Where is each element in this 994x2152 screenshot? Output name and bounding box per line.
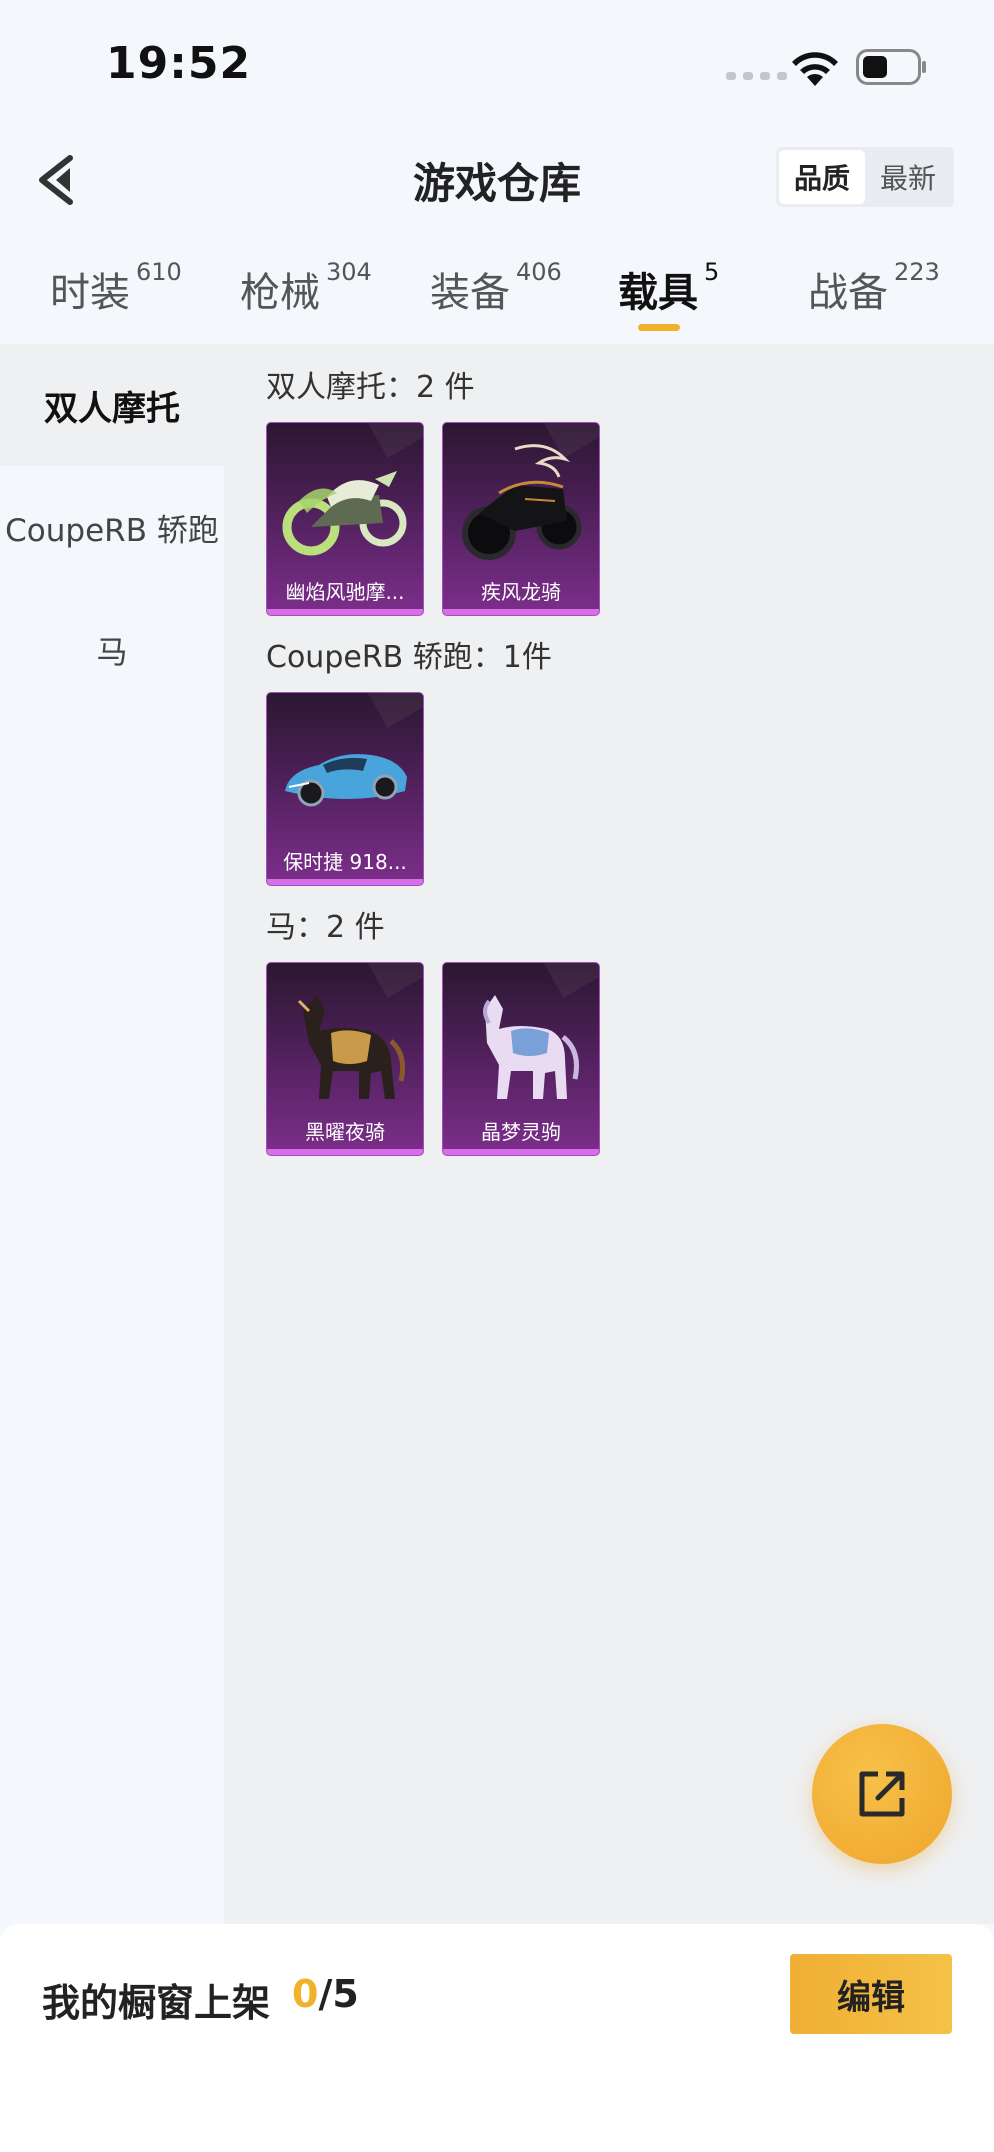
item-card[interactable]: 黑曜夜骑 (266, 962, 424, 1156)
rarity-bar (267, 609, 423, 615)
item-card[interactable]: 疾风龙骑 (442, 422, 600, 616)
green-flame-motorcycle-icon (282, 471, 407, 556)
tab-count: 304 (326, 258, 372, 286)
blue-sports-car-icon (285, 754, 407, 807)
tab-fashion[interactable]: 时装 610 (50, 258, 182, 318)
page-header: 游戏仓库 品质 最新 (0, 130, 994, 226)
tab-label: 载具 (618, 270, 698, 316)
item-card[interactable]: 保时捷 918... (266, 692, 424, 886)
showcase-current: 0 (292, 1972, 319, 2016)
crystal-white-horse-icon (483, 995, 579, 1099)
wifi-icon (792, 52, 838, 86)
tab-count: 223 (894, 258, 940, 286)
tab-label: 战备 (808, 270, 888, 316)
tab-label: 枪械 (240, 270, 320, 316)
sidebar-item-two-seat-motorcycle[interactable]: 双人摩托 (0, 344, 224, 466)
subcategory-sidebar: 双人摩托 CoupeRB 轿跑 马 (0, 344, 224, 1924)
item-name: 保时捷 918... (283, 850, 407, 874)
item-card[interactable]: 晶梦灵驹 (442, 962, 600, 1156)
tab-count: 5 (704, 258, 720, 286)
section-title: CoupeRB 轿跑：1件 (266, 640, 552, 675)
item-name: 黑曜夜骑 (305, 1120, 385, 1144)
showcase-separator: / (318, 1972, 333, 2016)
rarity-bar (443, 1149, 599, 1155)
battery-icon (856, 49, 926, 85)
showcase-footer: 我的橱窗上架 0/5 编辑 (0, 1924, 994, 2152)
rarity-bar (267, 1149, 423, 1155)
rarity-bar (267, 879, 423, 885)
sort-option-newest[interactable]: 最新 (865, 150, 951, 204)
item-name: 幽焰风驰摩... (285, 580, 405, 604)
tab-label: 装备 (430, 270, 510, 316)
section-title: 双人摩托：2 件 (266, 370, 475, 405)
showcase-total: 5 (332, 1972, 359, 2016)
item-card[interactable]: 幽焰风驰摩... (266, 422, 424, 616)
status-bar: 19:52 (0, 0, 994, 130)
sort-toggle: 品质 最新 (776, 147, 954, 207)
share-external-icon (859, 1771, 905, 1817)
share-button[interactable] (812, 1724, 952, 1864)
tab-label: 时装 (50, 270, 130, 316)
category-tabs: 时装 610 枪械 304 装备 406 载具 5 战备 223 (0, 246, 994, 342)
edit-button[interactable]: 编辑 (790, 1954, 952, 2034)
tab-equipment[interactable]: 装备 406 (430, 258, 562, 318)
item-list: 双人摩托：2 件 幽焰风驰摩... 疾风龙骑 CoupeRB 轿跑：1件 保时捷… (224, 344, 994, 1924)
status-time: 19:52 (106, 38, 252, 89)
tab-firearms[interactable]: 枪械 304 (240, 258, 372, 318)
tab-count: 610 (136, 258, 182, 286)
tab-count: 406 (516, 258, 562, 286)
tab-battle-gear[interactable]: 战备 223 (808, 258, 940, 318)
cellular-signal-icon (726, 72, 787, 80)
item-name: 晶梦灵驹 (481, 1120, 561, 1144)
black-dragon-motorcycle-icon (462, 444, 582, 560)
showcase-count: 0/5 (292, 1972, 359, 2016)
active-tab-indicator (638, 324, 680, 331)
sidebar-item-couperb[interactable]: CoupeRB 轿跑 (0, 466, 224, 588)
item-name: 疾风龙骑 (481, 580, 561, 604)
sidebar-item-horse[interactable]: 马 (0, 588, 224, 710)
showcase-label: 我的橱窗上架 (42, 1981, 271, 2025)
tab-vehicles[interactable]: 载具 5 (618, 258, 720, 318)
dark-gold-horse-icon (297, 995, 406, 1099)
sort-option-quality[interactable]: 品质 (779, 150, 865, 204)
rarity-bar (443, 609, 599, 615)
section-title: 马：2 件 (266, 910, 385, 945)
